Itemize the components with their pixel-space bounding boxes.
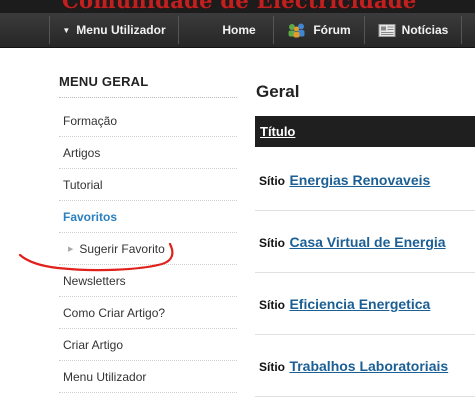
sidebar-item-label: Artigos [63, 145, 101, 160]
sidebar-item-label: Como Criar Artigo? [63, 305, 166, 320]
site-title: Comunidade de Electricidade [62, 0, 417, 13]
table-header: Título [255, 116, 475, 147]
sidebar-item-formacao[interactable]: Formação [59, 105, 237, 137]
sidebar-item-label: Tutorial [63, 177, 103, 192]
sidebar-item-label: Criar Artigo [63, 337, 124, 352]
row-type-label: Sítio [259, 298, 285, 312]
sidebar-item-criar-artigo[interactable]: Criar Artigo [59, 329, 237, 361]
column-header-titulo[interactable]: Título [260, 124, 295, 139]
row-type-label: Sítio [259, 236, 285, 250]
row-content: Sítio Trabalhos Laboratoriais [259, 358, 448, 376]
sidebar-item-label: Favoritos [63, 209, 118, 224]
row-content: Sítio Eficiencia Energetica [259, 296, 430, 314]
row-title-link[interactable]: Eficiencia Energetica [289, 296, 430, 312]
sidebar-item-menu-utilizador[interactable]: Menu Utilizador [59, 361, 237, 393]
nav-news[interactable]: Notícias [365, 13, 461, 47]
sidebar-item-label: Formação [63, 113, 118, 128]
sidebar-item-como-criar-artigo[interactable]: Como Criar Artigo? [59, 297, 237, 329]
nav-forum[interactable]: Fórum [274, 13, 364, 47]
sidebar-item-label: Sugerir Favorito [79, 241, 165, 256]
row-content: Sítio Energias Renovaveis [259, 172, 430, 190]
sidebar-divider [59, 97, 237, 98]
row-title-link[interactable]: Casa Virtual de Energia [289, 234, 445, 250]
nav-forum-label: Fórum [313, 23, 351, 37]
row-content: Sítio Casa Virtual de Energia [259, 234, 446, 252]
users-icon [288, 23, 305, 38]
sidebar-item-tutorial[interactable]: Tutorial [59, 169, 237, 201]
site-banner: Comunidade de Electricidade [0, 0, 475, 13]
table-row: Sítio Casa Virtual de Energia [255, 210, 475, 273]
triangle-right-icon: ▶ [68, 245, 74, 253]
nav-divider [461, 16, 462, 44]
sidebar-item-artigos[interactable]: Artigos [59, 137, 237, 169]
sidebar-title: MENU GERAL [59, 74, 149, 89]
page-title: Geral [256, 82, 300, 101]
table-row: Sítio Energias Renovaveis [255, 148, 475, 211]
sidebar-item-newsletters[interactable]: Newsletters [59, 265, 237, 297]
sidebar-item-label: Newsletters [63, 273, 126, 288]
sidebar-item-label: Menu Utilizador [63, 369, 147, 384]
top-navbar: ▼ Menu Utilizador Home Fórum Notícias [0, 13, 475, 48]
table-row: Sítio Eficiencia Energetica [255, 272, 475, 335]
nav-home[interactable]: Home [205, 13, 273, 47]
newspaper-icon [378, 23, 396, 37]
caret-down-icon: ▼ [62, 25, 71, 35]
row-type-label: Sítio [259, 360, 285, 374]
sidebar-item-favoritos[interactable]: Favoritos [59, 201, 237, 233]
nav-divider [178, 16, 179, 44]
nav-home-label: Home [222, 23, 256, 37]
nav-user-menu[interactable]: ▼ Menu Utilizador [50, 13, 178, 47]
sidebar-item-sugerir-favorito[interactable]: ▶ Sugerir Favorito [59, 233, 237, 265]
row-title-link[interactable]: Energias Renovaveis [289, 172, 430, 188]
row-title-link[interactable]: Trabalhos Laboratoriais [289, 358, 448, 374]
row-type-label: Sítio [259, 174, 285, 188]
table-row: Sítio Trabalhos Laboratoriais [255, 334, 475, 397]
nav-user-menu-label: Menu Utilizador [76, 23, 166, 37]
nav-news-label: Notícias [401, 23, 449, 37]
